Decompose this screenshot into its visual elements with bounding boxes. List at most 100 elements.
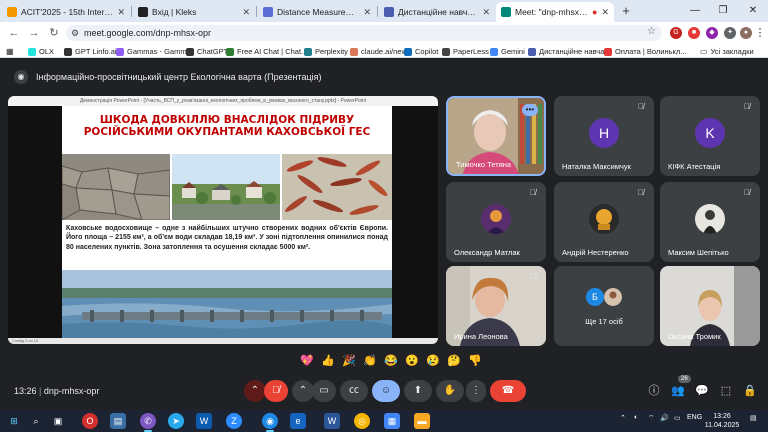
bookmark-chatgpt[interactable]: ChatGPT <box>186 46 228 57</box>
video-options-button[interactable]: ⌃ <box>292 380 314 402</box>
tab-distance[interactable]: Distance Measurement using A ✕ <box>258 2 376 22</box>
app-icon[interactable]: ▦ <box>384 413 400 429</box>
camera-toggle-button[interactable]: ▭ <box>312 380 336 402</box>
extension-icon[interactable]: G <box>670 27 682 39</box>
opera-icon[interactable]: O <box>82 413 98 429</box>
tray-app-icon[interactable]: ◐ <box>634 414 638 421</box>
close-tab-icon[interactable]: ✕ <box>242 7 250 18</box>
profile-avatar[interactable]: ● <box>740 27 752 39</box>
tab-acit[interactable]: ACIT'2025 - 15th International C ✕ <box>2 2 130 22</box>
extensions-puzzle-icon[interactable]: ✦ <box>724 27 736 39</box>
reactions-button[interactable]: ☺ <box>372 380 400 402</box>
bookmark-olx[interactable]: OLX <box>28 46 54 57</box>
word-icon[interactable]: W <box>196 413 212 429</box>
all-bookmarks[interactable]: ▭ Усі закладки <box>700 46 754 57</box>
clock[interactable]: 13:26 11.04.2025 <box>702 412 742 430</box>
more-options-button[interactable]: ⋮ <box>466 380 486 402</box>
people-icon[interactable]: 👥 <box>668 381 688 401</box>
app-icon[interactable]: ◎ <box>354 413 370 429</box>
emoji-icon: ☺ <box>380 385 392 396</box>
viber-icon[interactable]: ✆ <box>140 413 156 432</box>
task-view-icon[interactable]: ▣ <box>50 413 66 429</box>
bookmark-perplexity[interactable]: Perplexity <box>304 46 348 57</box>
app-icon[interactable]: ▤ <box>110 413 126 429</box>
close-tab-icon[interactable]: ✕ <box>601 7 609 18</box>
present-button[interactable]: ⬆ <box>404 380 432 402</box>
reaction-heart-button[interactable]: 💖 <box>298 352 316 370</box>
menu-kebab-icon[interactable]: ⋮ <box>752 25 768 41</box>
bookmark-gamma[interactable]: Gammas - Gamma <box>116 46 191 57</box>
extension-icon[interactable]: ◆ <box>706 27 718 39</box>
more-options-icon[interactable]: ••• <box>522 104 538 116</box>
bookmark-gpt-linfo[interactable]: GPT Linfo.ai <box>64 46 117 57</box>
close-tab-icon[interactable]: ✕ <box>117 7 125 18</box>
participant-tile[interactable]: 🎙̸ K КІФК Атестація <box>660 96 760 176</box>
maximize-icon[interactable]: ❐ <box>710 0 736 22</box>
reaction-surprised-button[interactable]: 😮 <box>403 352 421 370</box>
reaction-thumbs-up-button[interactable]: 👍 <box>319 352 337 370</box>
participant-tile[interactable]: 🎙̸ Н Наталка Максимчук <box>554 96 654 176</box>
moodle-favicon-icon <box>384 7 394 17</box>
captions-button[interactable]: ㏄ <box>340 380 368 402</box>
host-controls-icon[interactable]: 🔒 <box>740 381 760 401</box>
back-icon[interactable]: ← <box>6 25 22 41</box>
chat-icon[interactable]: 💬 <box>692 381 712 401</box>
bookmark-paperless[interactable]: PaperLess <box>442 46 489 57</box>
reaction-party-button[interactable]: 🎉 <box>340 352 358 370</box>
meeting-details-icon[interactable]: ⓘ <box>644 381 664 401</box>
wifi-icon[interactable]: ⌔ <box>648 414 655 423</box>
adblock-icon[interactable]: ■ <box>688 27 700 39</box>
telegram-icon[interactable]: ➤ <box>168 413 184 429</box>
new-tab-button[interactable]: + <box>618 3 634 19</box>
site-info-icon[interactable]: ⚙ <box>66 28 84 39</box>
participant-tile[interactable]: 🎙̸ Максим Шепітько <box>660 182 760 262</box>
tray-overflow-icon[interactable]: ⌃ <box>620 414 626 422</box>
bookmark-distance-learning[interactable]: Дистанційне навча... <box>528 46 611 57</box>
edge-icon[interactable]: e <box>290 413 306 429</box>
tab-moodle[interactable]: Дистанційне навчання в ВСП ✕ <box>379 2 495 22</box>
more-participants-tile[interactable]: Б Ще 17 осіб <box>554 266 654 346</box>
battery-icon[interactable]: ▭ <box>674 414 681 422</box>
forward-icon[interactable]: → <box>26 25 42 41</box>
bookmark-payment[interactable]: Оплата | Волинькл... <box>604 46 687 57</box>
reaction-clap-button[interactable]: 👏 <box>361 352 379 370</box>
reaction-sad-button[interactable]: 😢 <box>424 352 442 370</box>
reaction-laugh-button[interactable]: 😂 <box>382 352 400 370</box>
minimize-icon[interactable]: — <box>682 0 708 22</box>
close-tab-icon[interactable]: ✕ <box>482 7 490 18</box>
leave-call-button[interactable]: ☎ <box>490 380 526 402</box>
close-tab-icon[interactable]: ✕ <box>363 7 371 18</box>
close-window-icon[interactable]: ✕ <box>740 0 766 22</box>
reaction-thumbs-down-button[interactable]: 👎 <box>466 352 484 370</box>
bookmark-star-icon[interactable]: ☆ <box>647 26 656 37</box>
audio-options-button[interactable]: ⌃ <box>244 380 266 402</box>
participant-tile[interactable]: 🎙̸ Андрій Нестеренко <box>554 182 654 262</box>
bookmark-free-ai-chat[interactable]: Free AI Chat | Chat... <box>226 46 307 57</box>
participant-tile[interactable]: ••• Тимочко Тетяна <box>446 96 546 176</box>
mic-toggle-button[interactable]: 🎙̸ <box>264 380 288 402</box>
notifications-icon[interactable]: ▤ <box>750 414 757 422</box>
participant-tile[interactable]: Оксана Тромик <box>660 266 760 346</box>
file-explorer-icon[interactable]: ▬ <box>414 413 430 429</box>
reload-icon[interactable]: ↻ <box>46 25 62 41</box>
presentation-screen[interactable]: Демонстрація PowerPoint - [Участь_ВСП_у_… <box>8 96 438 344</box>
search-icon[interactable]: ⌕ <box>28 413 44 429</box>
participant-tile[interactable]: 🎙̸ Олександр Матлак <box>446 182 546 262</box>
chrome-icon[interactable]: ◉ <box>262 413 278 432</box>
bookmark-gemini[interactable]: Gemini <box>490 46 525 57</box>
bookmark-claude[interactable]: claude.ai/new <box>350 46 407 57</box>
zoom-icon[interactable]: Z <box>226 413 242 429</box>
tab-meet[interactable]: Meet: "dnp-mhsx-opr" ● ✕ <box>496 2 614 22</box>
reaction-thinking-button[interactable]: 🤔 <box>445 352 463 370</box>
tab-kleks[interactable]: Вхід | Kleks ✕ <box>133 2 255 22</box>
activities-icon[interactable]: ⬚ <box>716 381 736 401</box>
omnibox[interactable]: ⚙ meet.google.com/dnp-mhsx-opr ☆ <box>66 25 662 41</box>
bookmark-copilot[interactable]: Copilot <box>404 46 438 57</box>
word-doc-icon[interactable]: W <box>324 413 340 429</box>
participant-tile[interactable]: 🎙̸ Ирина Леонова <box>446 266 546 346</box>
language-indicator[interactable]: ENG <box>687 414 702 421</box>
apps-grid-icon[interactable]: ▦ <box>6 46 14 57</box>
volume-icon[interactable]: 🔊 <box>660 414 669 422</box>
raise-hand-button[interactable]: ✋ <box>436 380 464 402</box>
windows-start-icon[interactable]: ⊞ <box>6 413 22 429</box>
